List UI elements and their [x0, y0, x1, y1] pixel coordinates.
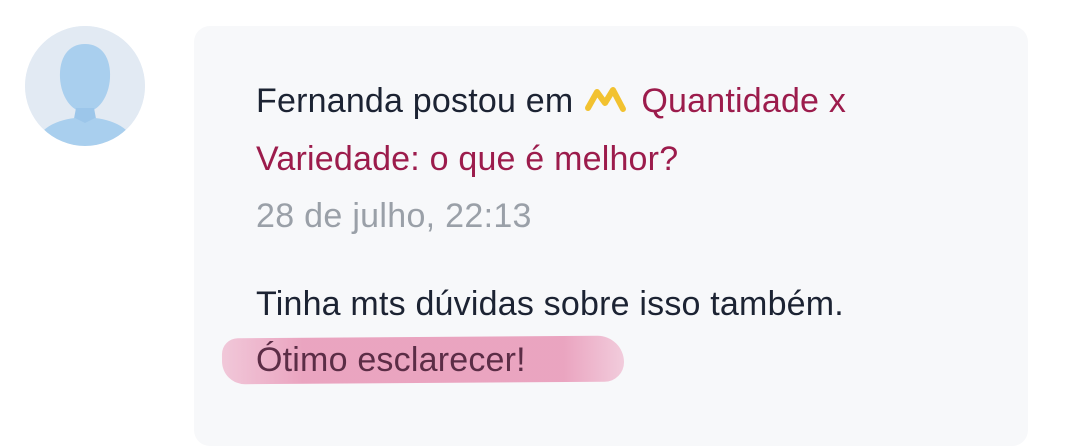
default-user-icon [25, 26, 145, 146]
post-headline: Fernanda postou em Quantidade x Variedade… [256, 72, 996, 188]
comment-line-1: Tinha mts dúvidas sobre isso também. [256, 285, 844, 323]
yellow-zigzag-icon [583, 74, 629, 112]
comment-line-2: Ótimo esclarecer! [256, 341, 526, 379]
avatar[interactable] [25, 26, 145, 146]
comment-body: Tinha mts dúvidas sobre isso também. Óti… [256, 276, 996, 388]
author-posted-text: Fernanda postou em [256, 82, 574, 120]
post-timestamp: 28 de julho, 22:13 [256, 197, 532, 235]
